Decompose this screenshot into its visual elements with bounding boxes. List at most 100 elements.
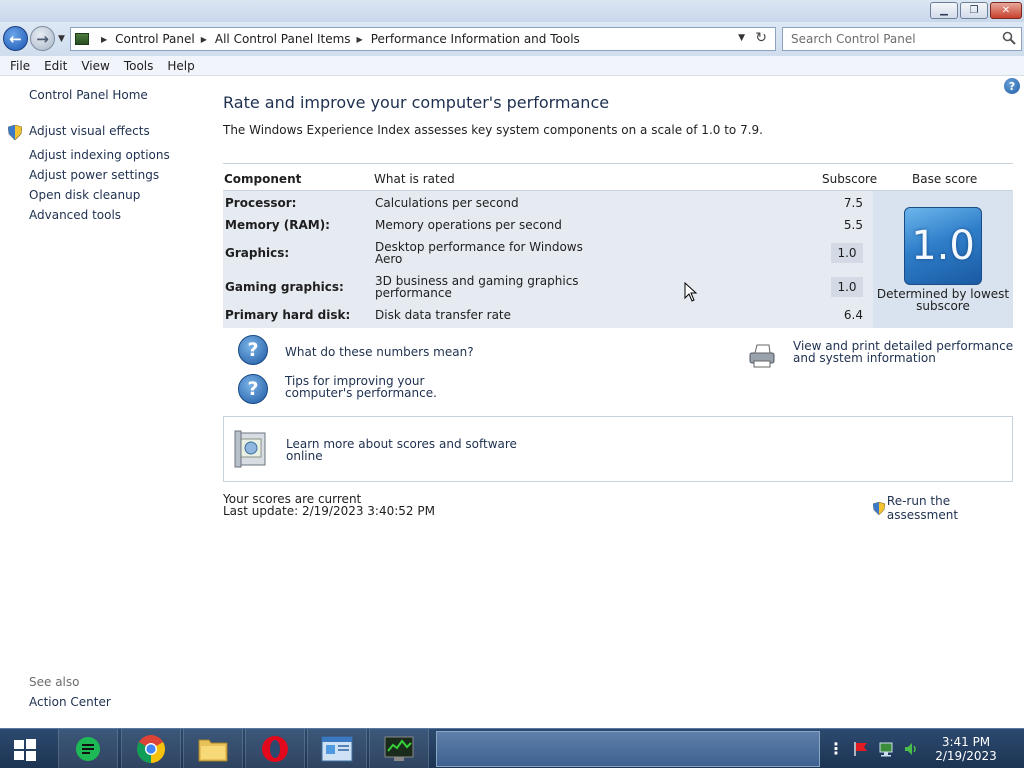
view-print-details-link[interactable]: View and print detailed performance and … <box>793 340 1015 364</box>
menu-help[interactable]: Help <box>167 59 194 73</box>
mouse-cursor-icon <box>684 282 698 302</box>
tips-improving-link[interactable]: Tips for improving your computer's perfo… <box>285 375 495 399</box>
address-bar[interactable]: ▶ Control Panel ▶ All Control Panel Item… <box>70 27 776 51</box>
tray-overflow-icon[interactable]: ⋮ <box>828 741 844 757</box>
action-center-flag-icon[interactable] <box>853 741 869 757</box>
windows-start-icon[interactable] <box>14 739 36 761</box>
adjust-indexing-link[interactable]: Adjust indexing options <box>29 148 170 162</box>
uac-shield-icon <box>8 125 22 140</box>
control-panel-icon <box>75 33 89 45</box>
volume-icon[interactable] <box>903 741 919 757</box>
menu-file[interactable]: File <box>10 59 30 73</box>
base-score-badge: 1.0 <box>904 207 982 285</box>
taskbar-clock[interactable]: 3:41 PM 2/19/2023 <box>920 735 1012 763</box>
row-component: Graphics: <box>225 246 290 260</box>
recent-pages-dropdown[interactable]: ▼ <box>58 34 65 44</box>
row-what-rated: Disk data transfer rate <box>375 308 512 322</box>
uac-shield-icon <box>873 501 885 515</box>
advanced-tools-link[interactable]: Advanced tools <box>29 208 121 222</box>
page-title: Rate and improve your computer's perform… <box>223 93 610 112</box>
taskbar-chrome[interactable] <box>121 729 181 768</box>
disk-cleanup-link[interactable]: Open disk cleanup <box>29 188 140 202</box>
search-icon[interactable] <box>1002 31 1016 45</box>
breadcrumb-performance[interactable]: Performance Information and Tools <box>371 32 580 46</box>
software-box-icon <box>234 430 266 468</box>
left-navigation-pane: Control Panel Home Adjust visual effects… <box>0 76 210 728</box>
page-description: The Windows Experience Index assesses ke… <box>223 123 763 137</box>
search-placeholder: Search Control Panel <box>791 32 916 46</box>
chevron-right-icon[interactable]: ▶ <box>201 35 207 44</box>
control-panel-window-icon <box>321 736 353 762</box>
what-numbers-mean-link[interactable]: What do these numbers mean? <box>285 346 474 358</box>
breadcrumb-control-panel[interactable]: Control Panel <box>115 32 195 46</box>
close-button[interactable]: ✕ <box>990 2 1022 19</box>
forward-button[interactable]: → <box>30 26 55 51</box>
minimize-button[interactable]: ▁ <box>930 2 958 19</box>
system-tray: ⋮ <box>828 741 919 757</box>
adjust-visual-effects-link[interactable]: Adjust visual effects <box>29 124 150 138</box>
row-component: Processor: <box>225 196 297 210</box>
opera-icon <box>262 736 288 762</box>
header-subscore: Subscore <box>822 172 878 186</box>
navigation-bar: ← → ▼ ▶ Control Panel ▶ All Control Pane… <box>0 22 1024 56</box>
header-what-rated: What is rated <box>374 172 455 186</box>
menu-view[interactable]: View <box>81 59 109 73</box>
row-subscore: 1.0 <box>831 277 863 297</box>
row-subscore: 7.5 <box>843 196 863 210</box>
clock-date: 2/19/2023 <box>935 749 997 763</box>
taskbar-opera[interactable] <box>245 729 305 768</box>
chrome-icon <box>137 735 165 763</box>
menu-tools[interactable]: Tools <box>124 59 154 73</box>
taskbar-performance-monitor[interactable] <box>369 729 429 768</box>
printer-icon <box>749 344 775 368</box>
chevron-right-icon[interactable]: ▶ <box>101 35 107 44</box>
learn-more-link[interactable]: Learn more about scores and software onl… <box>286 438 526 462</box>
base-score-value: 1.0 <box>911 223 975 269</box>
window-controls: ▁ ❐ ✕ <box>930 2 1022 19</box>
row-component: Gaming graphics: <box>225 280 344 294</box>
folder-icon <box>198 739 228 762</box>
row-subscore: 6.4 <box>843 308 863 322</box>
header-base-score: Base score <box>912 172 978 186</box>
help-icon[interactable]: ? <box>1004 78 1020 94</box>
control-panel-home-link[interactable]: Control Panel Home <box>29 88 148 102</box>
network-icon[interactable] <box>878 741 894 757</box>
help-question-icon: ? <box>238 374 268 404</box>
rerun-assessment-link[interactable]: Re-run the assessment <box>873 494 1024 522</box>
adjust-power-link[interactable]: Adjust power settings <box>29 168 159 182</box>
see-also-heading: See also <box>29 675 80 689</box>
row-subscore: 5.5 <box>843 218 863 232</box>
chevron-right-icon[interactable]: ▶ <box>357 35 363 44</box>
row-subscore: 1.0 <box>831 243 863 263</box>
clock-time: 3:41 PM <box>941 735 991 749</box>
table-header: Component What is rated Subscore Base sc… <box>223 163 1013 191</box>
table-body: Processor: Calculations per second 7.5 M… <box>223 191 873 328</box>
taskbar-file-explorer[interactable] <box>183 729 243 768</box>
row-what-rated: Memory operations per second <box>375 218 562 232</box>
address-dropdown-icon[interactable]: ▼ <box>738 33 745 43</box>
notes-app-icon <box>76 737 100 761</box>
menu-edit[interactable]: Edit <box>44 59 67 73</box>
performance-monitor-icon <box>384 736 414 761</box>
back-button[interactable]: ← <box>3 26 28 51</box>
taskbar-empty-area <box>436 731 820 767</box>
search-input[interactable]: Search Control Panel <box>782 27 1022 51</box>
row-what-rated: 3D business and gaming graphics performa… <box>375 274 579 300</box>
action-center-link[interactable]: Action Center <box>29 695 111 709</box>
breadcrumb-all-items[interactable]: All Control Panel Items <box>215 32 351 46</box>
score-table: Component What is rated Subscore Base sc… <box>223 163 1013 328</box>
taskbar-notes-app[interactable] <box>58 729 118 768</box>
base-score-caption: Determined by lowest subscore <box>876 287 1010 313</box>
taskbar: ⋮ 3:41 PM 2/19/2023 <box>0 728 1024 768</box>
refresh-icon[interactable]: ↻ <box>755 30 767 46</box>
menu-bar: File Edit View Tools Help <box>0 56 1024 76</box>
taskbar-control-panel[interactable] <box>307 729 367 768</box>
row-component: Memory (RAM): <box>225 218 330 232</box>
learn-more-panel: Learn more about scores and software onl… <box>223 416 1013 482</box>
maximize-button[interactable]: ❐ <box>960 2 988 19</box>
last-update-timestamp: Last update: 2/19/2023 3:40:52 PM <box>223 504 435 518</box>
row-component: Primary hard disk: <box>225 308 351 322</box>
rerun-assessment-label: Re-run the assessment <box>886 494 959 522</box>
row-what-rated: Desktop performance for Windows Aero <box>375 240 583 266</box>
help-question-icon: ? <box>238 335 268 365</box>
